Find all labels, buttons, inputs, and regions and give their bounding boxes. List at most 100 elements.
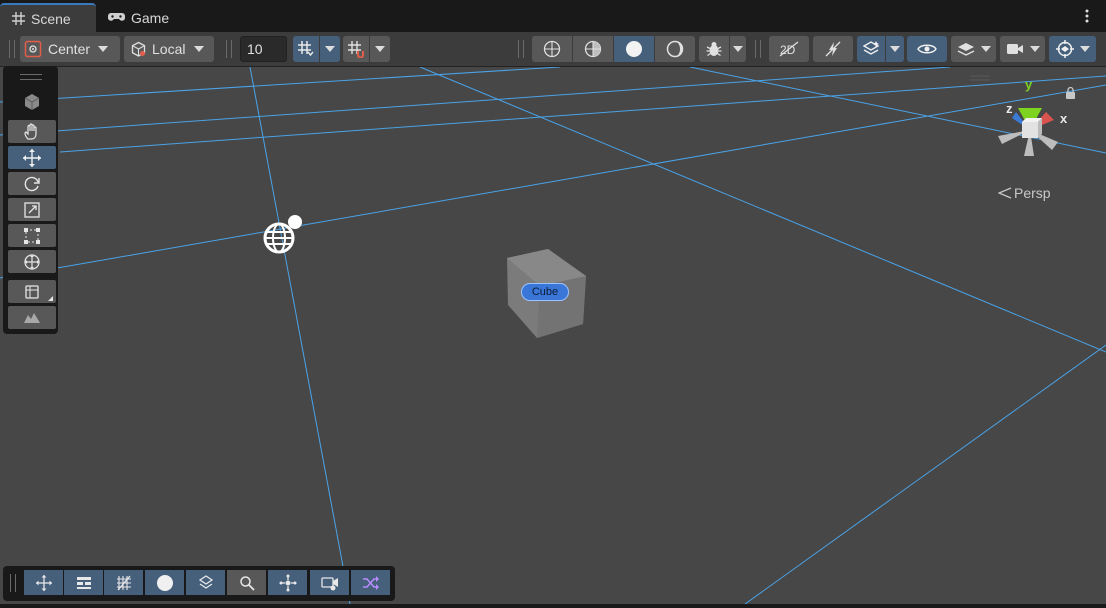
camera-preview-icon <box>320 576 338 590</box>
transform-tool-icon <box>24 253 40 270</box>
layers-overlay-button[interactable] <box>186 570 225 595</box>
custom-editor-tool-icon <box>25 284 39 299</box>
scene-toolbar: Center Local 10 2D <box>0 32 1106 67</box>
grid-snap-icon <box>116 575 131 590</box>
debug-draw-mode-button[interactable] <box>699 36 729 62</box>
pivot-icon <box>279 574 296 591</box>
inspector-overlay-button[interactable] <box>64 570 103 595</box>
rotate-tool-button[interactable] <box>8 172 56 195</box>
camera-settings-dropdown[interactable] <box>1000 36 1045 62</box>
unlit-icon <box>666 40 684 58</box>
hand-tool-button[interactable] <box>8 120 56 143</box>
shaded-wireframe-button[interactable] <box>573 36 613 62</box>
wireframe-shading-icon <box>543 40 561 58</box>
shading-overlay-button[interactable] <box>145 570 184 595</box>
chevron-down-icon <box>1079 46 1090 52</box>
wireframe-shading-button[interactable] <box>532 36 572 62</box>
toolbar-separator <box>226 40 232 58</box>
effects-dropdown[interactable] <box>886 36 904 62</box>
view-tool-button[interactable] <box>8 90 56 114</box>
chevron-down-icon <box>980 46 991 52</box>
debug-bug-icon <box>706 42 722 57</box>
grid-snap-icon <box>298 41 314 57</box>
tab-bar: Scene Game <box>0 0 1106 32</box>
toolbar-separator <box>755 40 761 58</box>
lighting-toggle-button[interactable] <box>813 36 853 62</box>
chevron-down-icon <box>890 46 900 52</box>
chevron-down-icon <box>325 46 335 52</box>
grid-overlay-button[interactable] <box>104 570 143 595</box>
rect-tool-button[interactable] <box>8 224 56 247</box>
pivot-rotation-label: Local <box>152 41 186 57</box>
overlay-drag-handle[interactable] <box>970 75 990 81</box>
pivot-rotation-dropdown[interactable]: Local <box>124 36 214 62</box>
tab-scene-label: Scene <box>31 10 71 27</box>
scene-viewport[interactable]: y x z <box>0 67 1106 604</box>
rect-tool-icon <box>24 227 40 244</box>
gamepad-icon <box>108 13 125 21</box>
move-overlay-button[interactable] <box>24 570 63 595</box>
grid-snap-dropdown[interactable] <box>320 36 340 62</box>
light-globe-icon[interactable] <box>263 215 302 254</box>
grid-snap-toggle[interactable] <box>293 36 319 62</box>
camera-preview-overlay-button[interactable] <box>310 570 349 595</box>
toolbar-grip[interactable] <box>9 40 15 58</box>
projection-label: Persp <box>1014 185 1051 201</box>
2d-toggle-icon: 2D <box>779 41 799 57</box>
custom-editor-tool-button[interactable] <box>8 280 56 303</box>
gizmo-x-label: x <box>1060 111 1068 126</box>
shaded-wireframe-icon <box>584 40 602 58</box>
lock-icon[interactable] <box>1066 86 1075 100</box>
pivot-mode-dropdown[interactable]: Center <box>20 36 120 62</box>
chevron-down-icon <box>1029 46 1040 52</box>
layers-icon <box>957 43 974 56</box>
chevron-down-icon <box>733 46 743 52</box>
debug-draw-mode-dropdown[interactable] <box>730 36 746 62</box>
tools-drag-handle[interactable] <box>20 74 42 80</box>
chevron-down-icon <box>98 46 109 52</box>
pivot-mode-label: Center <box>48 41 91 57</box>
search-overlay-button[interactable] <box>227 570 266 595</box>
terrain-tool-button[interactable] <box>8 306 56 329</box>
circle-icon <box>156 574 173 591</box>
shuffle-icon <box>362 575 379 590</box>
tab-game[interactable]: Game <box>96 3 186 32</box>
chevron-down-icon <box>375 46 385 52</box>
camera-icon <box>1006 44 1023 54</box>
move-icon <box>35 574 52 591</box>
increment-snap-toggle[interactable] <box>343 36 369 62</box>
tab-scene[interactable]: Scene <box>0 3 96 32</box>
visibility-eye-icon <box>917 44 937 54</box>
perspective-icon <box>998 187 1012 199</box>
scene-visibility-button[interactable] <box>907 36 947 62</box>
terrain-tool-icon <box>24 312 40 323</box>
scale-tool-button[interactable] <box>8 198 56 221</box>
move-tool-button[interactable] <box>8 146 56 169</box>
grid-icon <box>12 12 25 25</box>
unlit-button[interactable] <box>655 36 695 62</box>
transform-tool-button[interactable] <box>8 250 56 273</box>
hand-tool-icon <box>24 122 37 140</box>
inspector-icon <box>76 576 91 589</box>
pivot-overlay-button[interactable] <box>268 570 307 595</box>
shaded-button[interactable] <box>614 36 654 62</box>
window-bottom-border <box>0 604 1106 608</box>
gizmos-icon <box>1055 40 1074 58</box>
gizmo-y-label: y <box>1025 77 1033 92</box>
projection-toggle[interactable]: Persp <box>998 185 1051 201</box>
scale-tool-icon <box>24 201 40 218</box>
shaded-icon <box>626 41 642 57</box>
grid-size-input[interactable]: 10 <box>240 36 287 62</box>
effects-toggle-button[interactable] <box>857 36 885 62</box>
cube-name-label: Cube <box>521 283 569 301</box>
lighting-toggle-icon <box>825 41 841 57</box>
gizmos-dropdown[interactable] <box>1049 36 1096 62</box>
increment-snap-dropdown[interactable] <box>370 36 390 62</box>
2d-toggle-button[interactable]: 2D <box>769 36 809 62</box>
layers-dropdown[interactable] <box>951 36 996 62</box>
rotate-tool-icon <box>24 176 40 191</box>
more-options-icon[interactable] <box>1084 8 1090 24</box>
shuffle-overlay-button[interactable] <box>351 570 390 595</box>
search-icon <box>239 575 255 591</box>
bottom-toolbar-grip[interactable] <box>10 574 16 592</box>
